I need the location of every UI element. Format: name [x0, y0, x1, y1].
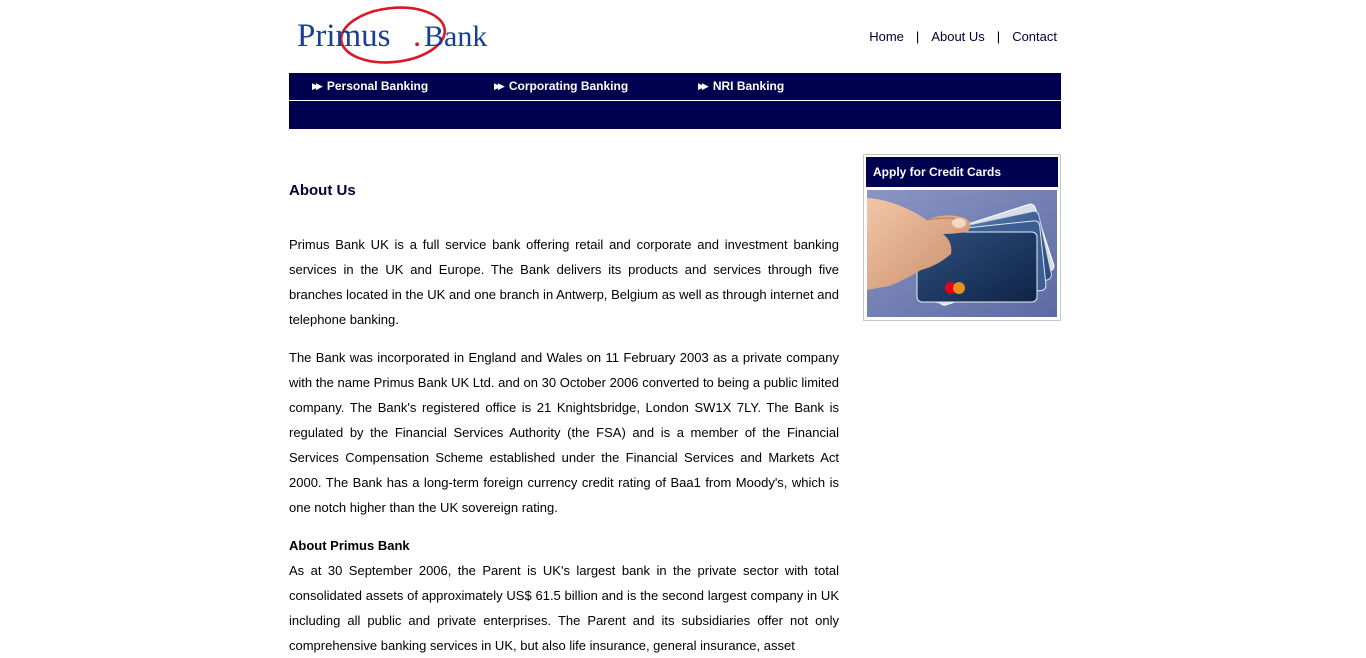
about-paragraph-1: Primus Bank UK is a full service bank of…: [289, 237, 839, 327]
double-arrow-icon: ▶▶: [494, 81, 505, 91]
section-subheading: About Primus Bank: [289, 538, 410, 553]
nav-corporating-banking[interactable]: ▶▶ Corporating Banking: [494, 73, 628, 100]
nav-separator: |: [915, 29, 920, 44]
nav-item-label: NRI Banking: [712, 79, 785, 93]
nav-nri-banking[interactable]: ▶▶ NRI Banking: [698, 73, 784, 100]
nav-item-label: Personal Banking: [326, 79, 429, 93]
credit-cards-image[interactable]: [867, 190, 1057, 317]
about-paragraph-3: As at 30 September 2006, the Parent is U…: [289, 563, 839, 653]
sub-navigation-bar: [289, 101, 1061, 129]
contact-link[interactable]: Contact: [1012, 29, 1057, 44]
home-link[interactable]: Home: [869, 29, 904, 44]
main-content: About Us Primus Bank UK is a full servic…: [289, 180, 839, 658]
page-title: About Us: [289, 182, 356, 199]
nav-personal-banking[interactable]: ▶▶ Personal Banking: [312, 73, 428, 100]
about-paragraph-2: The Bank was incorporated in England and…: [289, 350, 839, 515]
top-navigation: Home | About Us | Contact: [869, 29, 1057, 44]
nav-separator: |: [996, 29, 1001, 44]
logo-word-bank: Bank: [424, 20, 487, 53]
about-us-link[interactable]: About Us: [931, 29, 984, 44]
apply-credit-cards-link[interactable]: Apply for Credit Cards: [866, 157, 1058, 187]
main-navigation-bar: ▶▶ Personal Banking ▶▶ Corporating Banking…: [289, 73, 1061, 100]
logo-word-primus: Primus: [297, 18, 391, 54]
double-arrow-icon: ▶▶: [312, 81, 323, 91]
primus-bank-logo[interactable]: Primus . Bank: [295, 4, 499, 68]
page-container: Primus . Bank Home | About Us | Contact ▶▶ Pe…: [289, 0, 1061, 653]
double-arrow-icon: ▶▶: [698, 81, 709, 91]
logo-dot: .: [413, 18, 421, 54]
nav-item-label: Corporating Banking: [508, 79, 629, 93]
credit-card-promo-box: Apply for Credit Cards: [863, 154, 1061, 321]
